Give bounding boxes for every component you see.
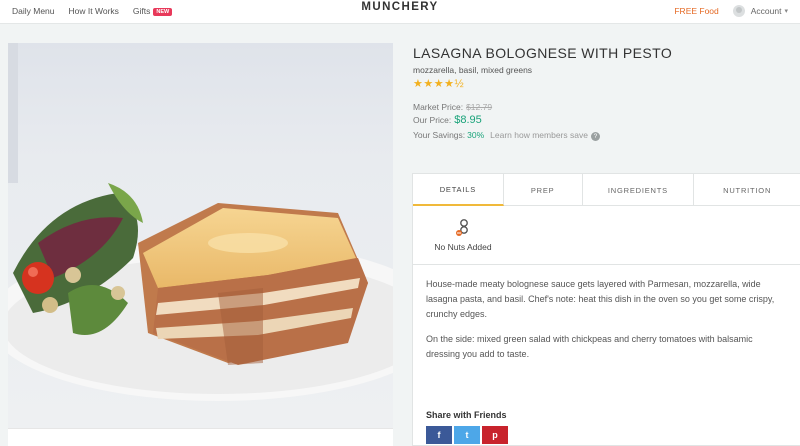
no-nuts-icon bbox=[456, 219, 468, 236]
free-food-link[interactable]: FREE Food bbox=[674, 6, 718, 16]
description-paragraph: House-made meaty bolognese sauce gets la… bbox=[426, 279, 775, 319]
twitter-icon: t bbox=[465, 430, 469, 440]
top-nav: Daily Menu How It Works Gifts NEW MUNCHER… bbox=[0, 0, 800, 24]
product-title: LASAGNA BOLOGNESE WITH PESTO bbox=[413, 45, 673, 61]
savings-label: Your Savings: bbox=[413, 130, 466, 140]
tab-nutrition[interactable]: NUTRITION bbox=[694, 174, 800, 206]
help-icon[interactable]: ? bbox=[590, 132, 600, 141]
account-menu[interactable]: Account bbox=[751, 6, 782, 16]
chevron-down-icon[interactable]: ▾ bbox=[784, 7, 788, 15]
tab-ingredients[interactable]: INGREDIENTS bbox=[583, 174, 695, 206]
image-footer bbox=[8, 428, 393, 446]
our-price: $8.95 bbox=[454, 114, 482, 126]
share-label: Share with Friends bbox=[426, 410, 507, 420]
pinterest-icon: p bbox=[492, 430, 498, 440]
market-price-row: Market Price: $12.79 bbox=[413, 102, 492, 112]
divider bbox=[413, 264, 800, 265]
rating-stars: ★★★★½ bbox=[413, 78, 465, 90]
savings-value: 30% bbox=[467, 130, 485, 140]
tab-bar: DETAILS PREP INGREDIENTS NUTRITION bbox=[413, 174, 800, 206]
our-price-label: Our Price: bbox=[413, 115, 452, 125]
facebook-icon: f bbox=[437, 430, 441, 440]
tab-details[interactable]: DETAILS bbox=[413, 174, 504, 206]
diet-badge: No Nuts Added bbox=[413, 207, 513, 265]
side-paragraph: On the side: mixed green salad with chic… bbox=[426, 334, 753, 359]
nav-right: FREE Food Account ▾ bbox=[674, 0, 788, 22]
pinterest-share-button[interactable]: p bbox=[482, 426, 508, 444]
market-price: $12.79 bbox=[466, 102, 493, 112]
share-buttons: f t p bbox=[426, 426, 508, 444]
avatar-icon[interactable] bbox=[732, 5, 745, 17]
twitter-share-button[interactable]: t bbox=[454, 426, 480, 444]
product-subtitle: mozzarella, basil, mixed greens bbox=[413, 65, 533, 75]
learn-members-link[interactable]: Learn how members save bbox=[490, 130, 588, 140]
lasagna-illustration bbox=[8, 43, 393, 428]
product-image bbox=[8, 43, 393, 428]
tab-prep[interactable]: PREP bbox=[504, 174, 583, 206]
facebook-share-button[interactable]: f bbox=[426, 426, 452, 444]
our-price-row: Our Price: $8.95 bbox=[413, 114, 482, 126]
details-panel: DETAILS PREP INGREDIENTS NUTRITION No Nu… bbox=[412, 173, 800, 446]
diet-label: No Nuts Added bbox=[434, 242, 492, 252]
market-price-label: Market Price: bbox=[413, 102, 464, 112]
savings-row: Your Savings: 30% Learn how members save? bbox=[413, 130, 600, 141]
